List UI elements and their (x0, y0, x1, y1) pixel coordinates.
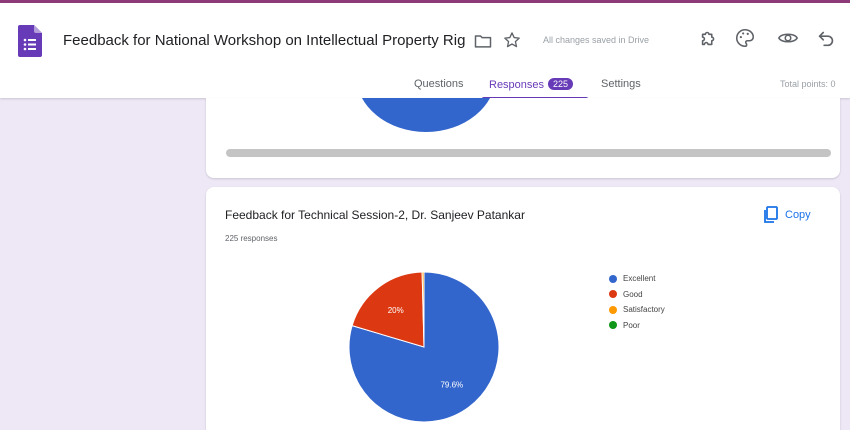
total-points: Total points: 0 (780, 79, 836, 89)
legend-label: Poor (623, 320, 640, 330)
response-pie-chart: 79.6% 20% (348, 271, 500, 423)
legend-swatch (609, 321, 617, 330)
save-status: All changes saved in Drive (543, 35, 650, 45)
legend-swatch (609, 274, 617, 283)
legend-label: Satisfactory (623, 305, 665, 315)
responses-count-badge: 225 (548, 78, 574, 90)
horizontal-scrollbar[interactable] (226, 149, 831, 157)
folder-icon[interactable] (473, 31, 493, 51)
palette-icon[interactable] (734, 27, 756, 49)
preview-eye-icon[interactable] (777, 27, 799, 49)
undo-icon[interactable] (815, 27, 837, 49)
previous-pie-chart (362, 98, 490, 132)
legend-label: Good (623, 289, 643, 299)
form-title[interactable]: Feedback for National Workshop on Intell… (63, 32, 465, 49)
tab-responses[interactable]: Responses 225 (489, 78, 574, 91)
tab-questions[interactable]: Questions (414, 78, 464, 90)
question-summary-card: Feedback for Technical Session-2, Dr. Sa… (206, 187, 840, 430)
form-tabs: Questions Responses 225 Settings Total po… (0, 73, 850, 101)
legend-label: Excellent (623, 274, 656, 284)
legend-swatch (609, 290, 617, 299)
legend-item-poor[interactable]: Poor (609, 318, 665, 334)
pie-slice-label: 20% (388, 306, 404, 315)
legend-item-satisfactory[interactable]: Satisfactory (609, 302, 665, 318)
pie-slice-label: 79.6% (440, 380, 463, 389)
legend-item-excellent[interactable]: Excellent (609, 271, 665, 287)
app-header: Feedback for National Workshop on Intell… (0, 3, 850, 101)
legend-item-good[interactable]: Good (609, 287, 665, 303)
previous-pie-slice (362, 98, 490, 132)
star-icon[interactable] (502, 30, 522, 50)
google-forms-logo[interactable] (18, 25, 42, 57)
tab-responses-label: Responses (489, 79, 545, 91)
tab-settings[interactable]: Settings (601, 78, 641, 90)
legend-swatch (609, 305, 617, 314)
chart-legend: Excellent Good Satisfactory Poor (609, 271, 665, 333)
previous-question-card (206, 98, 840, 178)
addon-puzzle-icon[interactable] (698, 27, 720, 49)
